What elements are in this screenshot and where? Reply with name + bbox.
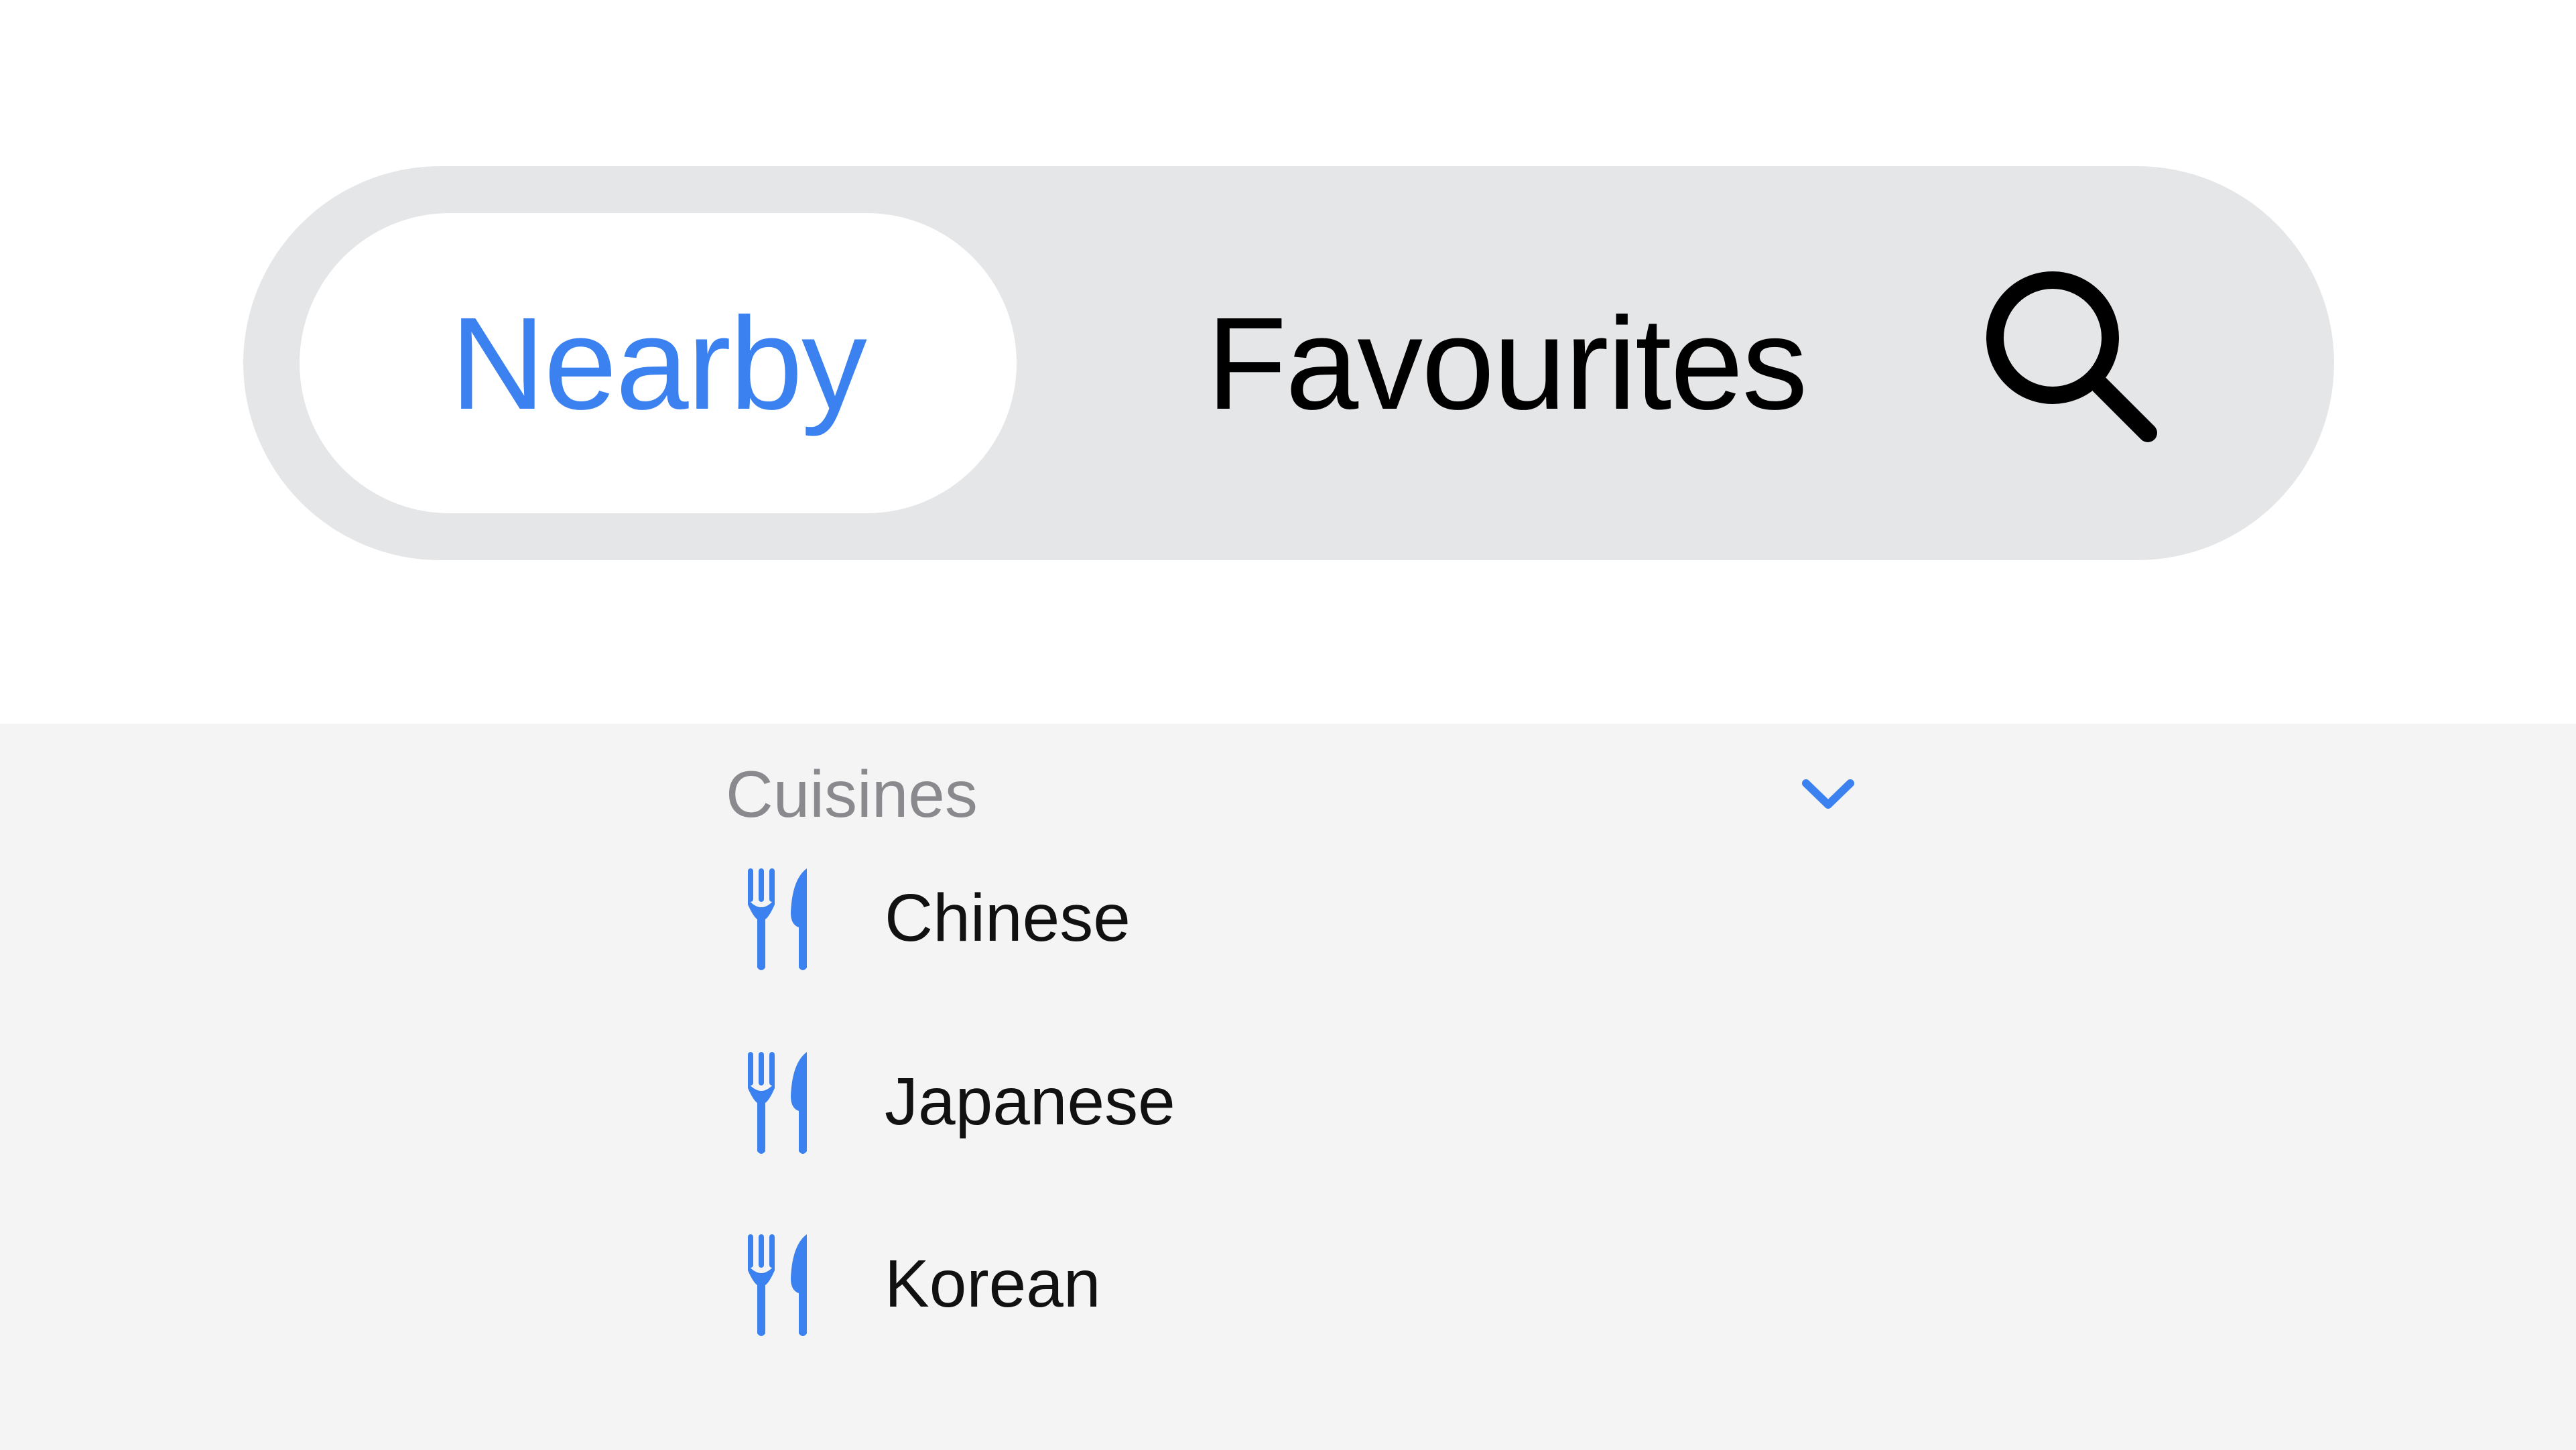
cuisines-header[interactable]: Cuisines — [726, 750, 1865, 838]
fork-knife-icon — [748, 1052, 807, 1154]
cuisine-label: Korean — [885, 1246, 1101, 1321]
search-button[interactable] — [1972, 260, 2173, 461]
tab-favourites[interactable]: Favourites — [1101, 213, 1912, 513]
cuisine-label: Chinese — [885, 880, 1131, 955]
search-icon — [1986, 271, 2157, 442]
cuisines-title: Cuisines — [726, 757, 978, 831]
cuisine-item-japanese[interactable]: Japanese — [744, 1041, 1883, 1162]
tab-nearby-label: Nearby — [450, 289, 867, 437]
cuisine-label: Japanese — [885, 1064, 1175, 1139]
cuisine-item-chinese[interactable]: Chinese — [744, 858, 1883, 978]
tab-favourites-label: Favourites — [1206, 289, 1807, 437]
cuisine-item-korean[interactable]: Korean — [744, 1224, 1883, 1344]
fork-knife-icon — [748, 868, 807, 970]
chevron-down-icon[interactable] — [1798, 767, 1858, 821]
tab-nearby[interactable]: Nearby — [300, 213, 1017, 513]
app-screen: Nearby Favourites Cuisines Chinese Japan… — [0, 0, 2576, 1450]
segmented-control: Nearby Favourites — [243, 166, 2334, 560]
cuisines-panel: Cuisines Chinese Japanese Korean — [0, 724, 2576, 1450]
fork-knife-icon — [748, 1234, 807, 1336]
